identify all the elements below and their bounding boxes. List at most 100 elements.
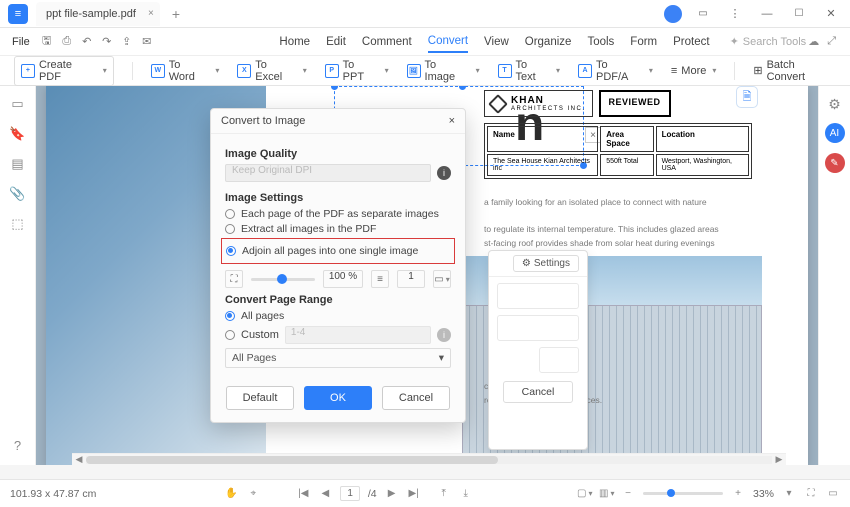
convert-ribbon: +Create PDF WTo Word XTo Excel PTo PPT 🖼…: [0, 56, 850, 86]
info-icon[interactable]: i: [437, 328, 451, 342]
create-pdf-button[interactable]: +Create PDF: [14, 56, 114, 86]
menu-view[interactable]: View: [484, 32, 509, 52]
hand-tool-icon[interactable]: ✋: [224, 488, 238, 499]
info-icon[interactable]: i: [437, 166, 451, 180]
save-icon[interactable]: 🖫: [38, 33, 56, 51]
menu-tools[interactable]: Tools: [587, 32, 614, 52]
layout-icon[interactable]: ▭: [433, 270, 451, 288]
to-text-button[interactable]: TTo Text: [498, 59, 560, 83]
file-menu[interactable]: File: [6, 34, 36, 50]
crop-icon[interactable]: ⛶: [225, 270, 243, 288]
jump-up-icon[interactable]: ⤒: [437, 488, 451, 499]
field-icon[interactable]: ⬚: [10, 216, 26, 232]
radio-icon: [226, 246, 236, 256]
dialog-close-icon[interactable]: ×: [449, 115, 455, 127]
to-excel-button[interactable]: XTo Excel: [237, 59, 306, 83]
kebab-icon[interactable]: ⋮: [724, 7, 746, 20]
fit-mode-icon[interactable]: ▢: [577, 488, 591, 499]
maximize-icon[interactable]: ☐: [788, 8, 810, 19]
settings-field[interactable]: [497, 315, 579, 341]
redo-icon[interactable]: ↷: [98, 33, 116, 51]
settings-field[interactable]: [497, 283, 579, 309]
view-mode-icon[interactable]: ▥: [599, 488, 613, 499]
to-word-button[interactable]: WTo Word: [151, 59, 220, 83]
prev-page-icon[interactable]: ◀: [318, 488, 332, 499]
batch-convert-button[interactable]: ⊞Batch Convert: [753, 59, 836, 83]
ai-assistant-icon[interactable]: AI: [825, 123, 845, 143]
mail-icon[interactable]: ✉: [138, 33, 156, 51]
align-icon[interactable]: ≡: [371, 270, 389, 288]
menu-edit[interactable]: Edit: [326, 32, 346, 52]
page-total: /4: [368, 488, 377, 500]
radio-icon: [225, 330, 235, 340]
window-close-icon[interactable]: ✕: [820, 7, 842, 20]
read-mode-icon[interactable]: ▭: [826, 488, 840, 499]
scrollbar-thumb[interactable]: [86, 456, 498, 464]
menu-form[interactable]: Form: [630, 32, 657, 52]
option-extract-images[interactable]: Extract all images in the PDF: [225, 223, 451, 235]
menu-convert[interactable]: Convert: [428, 31, 468, 53]
default-button[interactable]: Default: [226, 386, 294, 410]
share-icon[interactable]: ⇪: [118, 33, 136, 51]
reviewed-stamp: REVIEWED: [599, 90, 671, 117]
close-tab-icon[interactable]: ×: [148, 8, 154, 19]
menu-organize[interactable]: Organize: [525, 32, 572, 52]
option-each-page[interactable]: Each page of the PDF as separate images: [225, 208, 451, 220]
option-all-pages[interactable]: All pages: [225, 310, 451, 322]
settings-button[interactable]: ⚙Settings: [513, 255, 579, 272]
page-range-select[interactable]: All Pages▾: [225, 348, 451, 368]
document-header: KHAN ARCHITECTS INC. REVIEWED NameArea S…: [484, 90, 752, 179]
edit-assistant-icon[interactable]: ✎: [825, 153, 845, 173]
to-image-button[interactable]: 🖼To Image: [407, 59, 480, 83]
jump-down-icon[interactable]: ⤓: [459, 488, 473, 499]
more-button[interactable]: ≡More: [671, 65, 717, 77]
cloud-icon[interactable]: ☁: [808, 35, 819, 48]
zoom-slider[interactable]: [251, 278, 315, 281]
expand-icon[interactable]: ⤢: [827, 35, 836, 48]
menu-home[interactable]: Home: [279, 32, 310, 52]
settings-field[interactable]: [539, 347, 579, 373]
thumbnail-icon[interactable]: ▭: [10, 96, 26, 112]
scroll-right-icon[interactable]: ▶: [772, 454, 786, 465]
menu-protect[interactable]: Protect: [673, 32, 709, 52]
custom-range-input[interactable]: 1-4: [285, 326, 431, 344]
zoom-percent-input[interactable]: 100 %: [323, 270, 363, 288]
feedback-icon[interactable]: ▭: [692, 8, 714, 19]
first-page-icon[interactable]: |◀: [296, 488, 310, 499]
settings-cancel-button[interactable]: Cancel: [503, 381, 573, 403]
horizontal-scrollbar[interactable]: ◀ ▶: [72, 453, 786, 465]
print-icon[interactable]: ⎙: [58, 33, 76, 51]
next-page-icon[interactable]: ▶: [385, 488, 399, 499]
bookmark-icon[interactable]: 🔖: [10, 126, 26, 142]
option-adjoin-pages[interactable]: Adjoin all pages into one single image: [226, 245, 450, 257]
document-tab[interactable]: ppt file-sample.pdf ×: [36, 2, 160, 26]
columns-stepper[interactable]: 1: [397, 270, 425, 288]
undo-icon[interactable]: ↶: [78, 33, 96, 51]
attachment-icon[interactable]: 📎: [10, 186, 26, 202]
page-number-input[interactable]: 1: [340, 486, 360, 501]
zoom-in-icon[interactable]: +: [731, 488, 745, 499]
select-tool-icon[interactable]: ⌖: [246, 488, 260, 499]
zoom-slider[interactable]: [643, 492, 723, 495]
search-tools[interactable]: ✦ Search Tools: [730, 35, 807, 48]
ok-button[interactable]: OK: [304, 386, 372, 410]
add-tab-button[interactable]: +: [166, 6, 186, 22]
help-icon[interactable]: ?: [10, 437, 26, 453]
adjust-icon[interactable]: ⚙: [828, 96, 841, 113]
minimize-icon[interactable]: —: [756, 8, 778, 20]
dpi-input[interactable]: Keep Original DPI: [225, 164, 431, 182]
cancel-button[interactable]: Cancel: [382, 386, 450, 410]
last-page-icon[interactable]: ▶|: [407, 488, 421, 499]
menu-comment[interactable]: Comment: [362, 32, 412, 52]
user-avatar-icon[interactable]: [664, 5, 682, 23]
zoom-out-icon[interactable]: −: [621, 488, 635, 499]
to-ppt-button[interactable]: PTo PPT: [325, 59, 389, 83]
fullscreen-icon[interactable]: ⛶: [804, 488, 818, 499]
chevron-down-icon[interactable]: ▾: [782, 488, 796, 499]
selection-handle[interactable]: [459, 86, 466, 90]
scroll-left-icon[interactable]: ◀: [72, 454, 86, 465]
selection-handle[interactable]: [331, 86, 338, 90]
comment-panel-icon[interactable]: ▤: [10, 156, 26, 172]
to-pdfa-button[interactable]: ATo PDF/A: [578, 59, 653, 83]
option-custom-label[interactable]: Custom: [241, 329, 279, 341]
